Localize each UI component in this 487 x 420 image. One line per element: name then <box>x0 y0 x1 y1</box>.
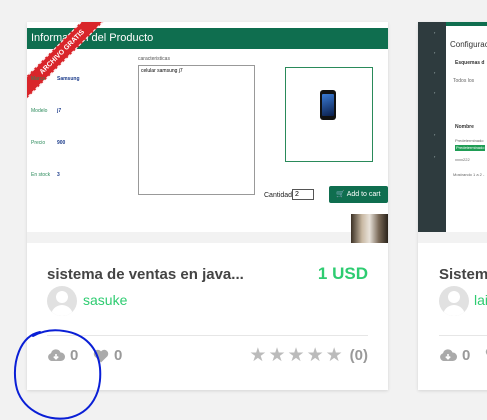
thumbnail-photo-strip <box>351 214 388 243</box>
author-name[interactable]: lai <box>474 292 487 308</box>
field-value: 3 <box>57 172 60 178</box>
download-count-value: 0 <box>70 347 79 364</box>
download-count: 0 <box>47 347 78 364</box>
rating-count: (0) <box>349 347 368 364</box>
card-divider <box>47 335 368 336</box>
star-rating[interactable]: ★ ★ ★ ★ ★ (0) <box>249 346 368 365</box>
card-divider <box>439 335 487 336</box>
field-label: Modelo <box>31 108 48 114</box>
preview-nombre: Nombre <box>455 124 474 130</box>
like-count[interactable]: 0 <box>93 347 122 364</box>
product-image-frame <box>285 67 373 162</box>
field-modelo: Modelo j7 <box>31 108 61 114</box>
sidebar-chevron: › <box>434 50 436 55</box>
cloud-download-icon <box>48 349 65 361</box>
field-precio: Precio 900 <box>31 140 65 146</box>
product-thumbnail-2[interactable]: › › › › › › Configurac Esquemas d Todos … <box>418 22 487 243</box>
ribbon-label: ARCHIVO GRATIS <box>27 22 107 102</box>
product-price: 1 USD <box>317 264 368 283</box>
caracteristicas-textarea: celular samsung j7 <box>138 65 255 195</box>
author-avatar[interactable] <box>47 286 77 316</box>
preview-footer: Mostrando 1 a 2 - <box>453 172 485 177</box>
cart-icon: 🛒 <box>336 191 346 198</box>
preview-subheading: Esquemas d <box>455 60 485 66</box>
field-value: 900 <box>57 140 66 146</box>
star-icon[interactable]: ★ <box>307 346 324 365</box>
field-stock: En stock 3 <box>31 172 60 178</box>
caracteristicas-label: caracteristicas <box>138 56 170 62</box>
sidebar-chevron: › <box>434 30 436 35</box>
download-count: 0 <box>439 347 470 364</box>
preview-badge: Predeterminado <box>455 145 485 151</box>
preview-top-bar <box>446 22 487 26</box>
free-file-ribbon: ARCHIVO GRATIS <box>27 22 107 102</box>
preview-row-value: xxxx222 <box>455 157 470 162</box>
product-title[interactable]: Sistem <box>439 266 487 283</box>
star-icon[interactable]: ★ <box>249 346 266 365</box>
author-avatar[interactable] <box>439 286 469 316</box>
field-label: Marca <box>31 76 45 82</box>
star-icon[interactable]: ★ <box>288 346 305 365</box>
preview-heading: Configurac <box>450 40 487 49</box>
sidebar-chevron: › <box>434 70 436 75</box>
thumbnail-gap <box>27 232 388 243</box>
heart-icon <box>93 349 109 362</box>
sidebar-chevron: › <box>434 132 436 137</box>
page: Información del Producto ARCHIVO GRATIS … <box>0 0 487 420</box>
product-card-2[interactable]: › › › › › › Configurac Esquemas d Todos … <box>418 22 487 390</box>
field-label: Precio <box>31 140 46 146</box>
add-to-cart-button: 🛒 Add to cart <box>329 186 388 203</box>
smartphone-image <box>320 90 336 120</box>
star-icon[interactable]: ★ <box>326 346 343 365</box>
like-count-value: 0 <box>114 347 123 364</box>
preview-todos: Todos los <box>453 78 475 84</box>
preview-predeterminado: Predeterminado <box>455 138 484 143</box>
field-label: En stock <box>31 172 51 178</box>
product-card[interactable]: Información del Producto ARCHIVO GRATIS … <box>27 22 388 390</box>
sidebar-chevron: › <box>434 90 436 95</box>
field-marca: Marca Samsung <box>31 76 80 82</box>
cantidad-label: Cantidad <box>264 192 293 199</box>
author-name[interactable]: sasuke <box>83 292 127 308</box>
field-value: Samsung <box>57 76 80 82</box>
cloud-download-icon <box>440 349 457 361</box>
field-value: j7 <box>57 108 62 114</box>
star-icon[interactable]: ★ <box>268 346 285 365</box>
thumbnail-gap <box>418 232 487 243</box>
sidebar-chevron: › <box>434 154 436 159</box>
product-title[interactable]: sistema de ventas en java... <box>47 266 267 283</box>
admin-sidebar-preview: › › › › › › <box>418 22 446 243</box>
download-count-value: 0 <box>462 347 471 364</box>
cantidad-input: 2 <box>292 189 314 200</box>
product-thumbnail[interactable]: Información del Producto ARCHIVO GRATIS … <box>27 22 388 243</box>
add-to-cart-label: Add to cart <box>346 191 381 198</box>
